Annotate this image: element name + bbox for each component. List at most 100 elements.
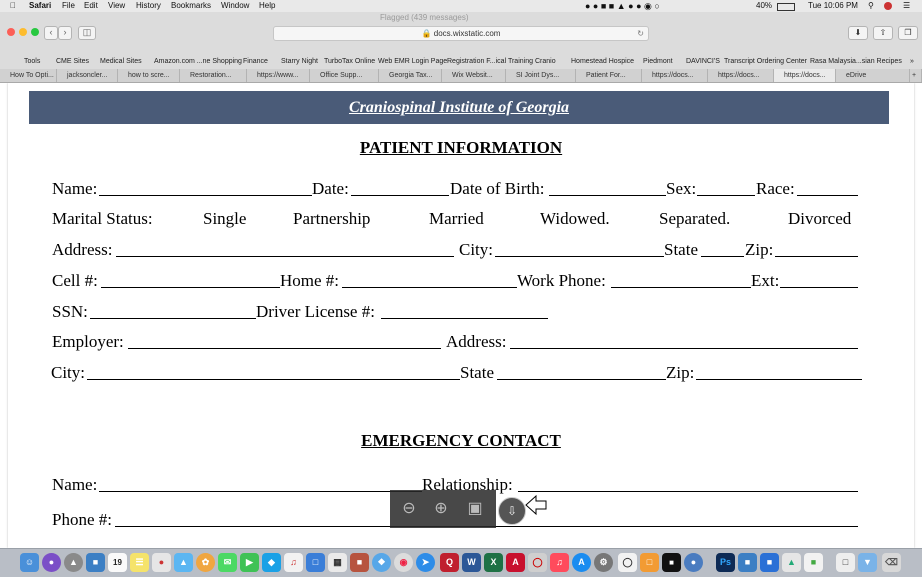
word-icon[interactable]: W xyxy=(462,553,481,572)
menu-history[interactable]: History xyxy=(136,0,161,12)
reminders-icon[interactable]: ● xyxy=(152,553,171,572)
bookmark-finance[interactable]: Finance xyxy=(243,56,268,68)
back-button[interactable]: ‹ xyxy=(44,26,58,40)
sidebar-toggle-button[interactable]: ◫ xyxy=(78,26,96,40)
search-icon[interactable]: ⚲ xyxy=(868,0,874,12)
bookmark-registration[interactable]: Registration F...ical Training xyxy=(447,56,533,68)
photoshop-icon[interactable]: Ps xyxy=(716,553,735,572)
app-store-icon[interactable]: A xyxy=(572,553,591,572)
bookmark-turbotax[interactable]: TurboTax Online xyxy=(324,56,375,68)
app-icon[interactable]: ◯ xyxy=(528,553,547,572)
menu-bookmarks[interactable]: Bookmarks xyxy=(171,0,211,12)
minimize-window-button[interactable] xyxy=(19,28,27,36)
bookmark-davincis[interactable]: DAVINCI'S xyxy=(686,56,720,68)
tab[interactable]: how to scre... xyxy=(118,69,180,82)
photos-icon[interactable]: ✿ xyxy=(196,553,215,572)
bookmark-homestead-hospice[interactable]: Homestead Hospice xyxy=(571,56,634,68)
bookmark-amazon[interactable]: Amazon.com ...ne Shopping xyxy=(154,56,242,68)
documents-folder-icon[interactable]: □ xyxy=(836,553,855,572)
menu-window[interactable]: Window xyxy=(221,0,249,12)
tab-overview-button[interactable]: ❐ xyxy=(898,26,918,40)
bookmark-rasa-malaysia[interactable]: Rasa Malaysia...sian Recipes xyxy=(810,56,902,68)
bookmark-cme-sites[interactable]: CME Sites xyxy=(56,56,89,68)
bookmark-starry-night[interactable]: Starry Night xyxy=(281,56,318,68)
bookmark-web-emr[interactable]: Web EMR Login Page xyxy=(378,56,447,68)
menu-file[interactable]: File xyxy=(62,0,75,12)
battery-percent[interactable]: 40% xyxy=(756,0,772,12)
app-icon[interactable]: ■ xyxy=(804,553,823,572)
downloads-folder-icon[interactable]: ▼ xyxy=(858,553,877,572)
tab[interactable]: How To Opti... xyxy=(0,69,57,82)
user-avatar[interactable] xyxy=(884,2,892,10)
download-pdf-button[interactable]: ⇩ xyxy=(498,497,526,525)
siri-icon[interactable]: ● xyxy=(42,553,61,572)
tab-active[interactable]: https://docs... xyxy=(774,69,836,82)
app-icon[interactable]: ■ xyxy=(350,553,369,572)
notification-center-icon[interactable]: ☰ xyxy=(903,0,910,12)
app-store-icon[interactable]: ➤ xyxy=(416,553,435,572)
menu-safari[interactable]: Safari xyxy=(29,0,51,12)
app-icon[interactable]: ◆ xyxy=(262,553,281,572)
downloads-button[interactable]: ⬇ xyxy=(848,26,868,40)
address-bar[interactable]: 🔒 docs.wixstatic.com ↻ xyxy=(273,26,649,41)
ibooks-icon[interactable]: □ xyxy=(640,553,659,572)
bookmark-piedmont[interactable]: Piedmont xyxy=(643,56,673,68)
menu-edit[interactable]: Edit xyxy=(84,0,98,12)
calendar-icon[interactable]: 19 xyxy=(108,553,127,572)
books-icon[interactable]: □ xyxy=(306,553,325,572)
menu-help[interactable]: Help xyxy=(259,0,275,12)
bookmark-medical-sites[interactable]: Medical Sites xyxy=(100,56,142,68)
tab[interactable]: https://www... xyxy=(247,69,310,82)
tab[interactable]: https://docs... xyxy=(708,69,774,82)
tab[interactable]: SI Joint Dys... xyxy=(506,69,576,82)
new-tab-button[interactable]: + xyxy=(910,69,922,82)
close-window-button[interactable] xyxy=(7,28,15,36)
tab[interactable]: jacksoncler... xyxy=(57,69,118,82)
settings-icon[interactable]: ⚙ xyxy=(594,553,613,572)
excel-icon[interactable]: X xyxy=(484,553,503,572)
app-icon[interactable]: ■ xyxy=(662,553,681,572)
bookmark-cranio[interactable]: Cranio xyxy=(535,56,556,68)
trash-icon[interactable]: ⌫ xyxy=(882,553,901,572)
keynote-icon[interactable]: ▦ xyxy=(328,553,347,572)
music-icon[interactable]: ♫ xyxy=(284,553,303,572)
tab[interactable]: Patient For... xyxy=(576,69,642,82)
maps-icon[interactable]: ▲ xyxy=(174,553,193,572)
notes-icon[interactable]: ☰ xyxy=(130,553,149,572)
status-icons[interactable]: ● ● ■ ■ ▲ ● ● ◉ ○ xyxy=(585,0,660,12)
tab[interactable]: Wix Websit... xyxy=(442,69,506,82)
finder-icon[interactable]: ☺ xyxy=(20,553,39,572)
acrobat-icon[interactable]: A xyxy=(506,553,525,572)
share-button[interactable]: ⇧ xyxy=(873,26,893,40)
facetime-icon[interactable]: ▶ xyxy=(240,553,259,572)
apple-icon[interactable]:  xyxy=(10,0,16,12)
tab[interactable]: Office Supp... xyxy=(310,69,379,82)
itunes-icon[interactable]: ♫ xyxy=(550,553,569,572)
chrome-icon[interactable]: ◉ xyxy=(394,553,413,572)
zoom-in-icon[interactable]: ⊕ xyxy=(428,496,454,522)
safari-icon[interactable]: ❖ xyxy=(372,553,391,572)
reload-icon[interactable]: ↻ xyxy=(637,27,644,40)
app-icon[interactable]: ▲ xyxy=(782,553,801,572)
app-icon[interactable]: ◯ xyxy=(618,553,637,572)
open-in-preview-icon[interactable]: ▣ xyxy=(462,496,488,522)
tab[interactable]: eDrive xyxy=(836,69,910,82)
tab[interactable]: https://docs... xyxy=(642,69,708,82)
messages-icon[interactable]: ✉ xyxy=(218,553,237,572)
clock[interactable]: Tue 10:06 PM xyxy=(808,0,858,12)
quicken-icon[interactable]: Q xyxy=(440,553,459,572)
zoom-out-icon[interactable]: ⊖ xyxy=(396,496,422,522)
tab[interactable]: Georgia Tax... xyxy=(379,69,442,82)
forward-button[interactable]: › xyxy=(58,26,72,40)
app-icon[interactable]: ■ xyxy=(760,553,779,572)
bookmarks-overflow-icon[interactable]: » xyxy=(910,56,914,68)
bookmark-transcript[interactable]: Transcript Ordering Center xyxy=(724,56,807,68)
app-icon[interactable]: ■ xyxy=(738,553,757,572)
bookmark-tools[interactable]: Tools xyxy=(24,56,40,68)
app-icon[interactable]: ● xyxy=(684,553,703,572)
photo-app-icon[interactable]: ■ xyxy=(86,553,105,572)
launchpad-icon[interactable]: ▲ xyxy=(64,553,83,572)
tab[interactable]: Restoration... xyxy=(180,69,247,82)
menu-view[interactable]: View xyxy=(108,0,125,12)
zoom-window-button[interactable] xyxy=(31,28,39,36)
